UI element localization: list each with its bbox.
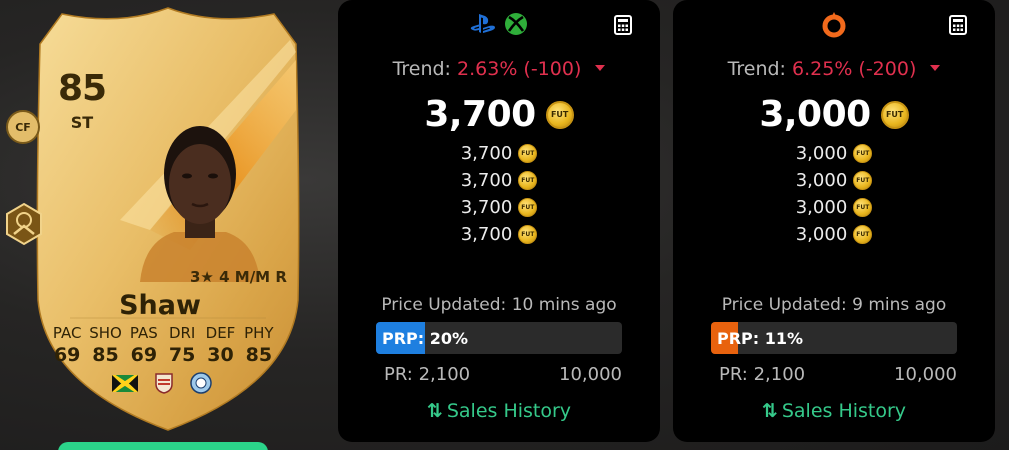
- club-crest-icon: [190, 372, 212, 394]
- stat-value: 85: [92, 344, 119, 366]
- prp-progress-bar: PRP: 20%: [376, 322, 622, 354]
- stat-label: DEF: [205, 324, 236, 342]
- stat-label: SHO: [89, 324, 122, 342]
- league-badge-icon: [155, 373, 173, 394]
- recent-price-row: 3,000 FUT: [796, 194, 873, 221]
- recent-price: 3,000: [795, 143, 848, 164]
- stat-def: DEF 30: [201, 324, 239, 366]
- recent-price: 3,000: [795, 224, 848, 245]
- recent-price-row: 3,000 FUT: [796, 140, 873, 167]
- price-range-max: 10,000: [559, 364, 622, 385]
- xbox-icon: [505, 13, 527, 35]
- player-name: Shaw: [119, 290, 201, 321]
- trend-value: 6.25% (-200): [792, 58, 917, 80]
- trend-label: Trend:: [392, 58, 451, 80]
- price-updated-text: Price Updated: 10 mins ago: [381, 295, 617, 315]
- price-value: 3,000: [759, 94, 871, 135]
- stat-value: 30: [207, 344, 234, 366]
- prp-progress-bar: PRP: 11%: [711, 322, 957, 354]
- recent-price: 3,700: [460, 224, 513, 245]
- coin-icon: FUT: [880, 100, 909, 129]
- recent-price-row: 3,700 FUT: [461, 221, 538, 248]
- trend-label: Trend:: [727, 58, 786, 80]
- coin-icon: FUT: [853, 144, 873, 163]
- stat-value: 69: [53, 344, 81, 366]
- coin-icon: FUT: [853, 225, 873, 244]
- coin-icon: FUT: [518, 198, 538, 217]
- price-value: 3,700: [424, 94, 536, 135]
- price-range-min: PR: 2,100: [384, 364, 471, 385]
- player-position: ST: [70, 113, 94, 132]
- current-price: 3,700 FUT: [338, 94, 660, 135]
- stat-pac: PAC 69: [48, 324, 86, 366]
- recent-price: 3,700: [460, 197, 513, 218]
- price-panel-pc: Trend: 6.25% (-200) 3,000 FUT 3,000 FUT …: [673, 0, 995, 442]
- coin-icon: FUT: [545, 100, 574, 129]
- stat-label: PAS: [129, 324, 158, 342]
- price-range: PR: 2,100 10,000: [719, 364, 957, 385]
- coin-icon: FUT: [518, 171, 538, 190]
- stat-label: PHY: [244, 324, 274, 342]
- trend-down-icon: [930, 64, 941, 71]
- coin-icon: FUT: [518, 144, 538, 163]
- recent-price: 3,000: [795, 170, 848, 191]
- stat-dri: DRI 75: [163, 324, 201, 366]
- stat-phy: PHY 85: [240, 324, 278, 366]
- player-card[interactable]: 85 ST CF 3★ 4 M/M R Shaw PAC 69 SHO 85 P…: [0, 0, 335, 450]
- price-trend: Trend: 6.25% (-200): [673, 58, 995, 80]
- stat-sho: SHO 85: [86, 324, 124, 366]
- player-photo: [140, 126, 260, 282]
- trend-value: 2.63% (-100): [457, 58, 582, 80]
- player-rating: 85: [57, 68, 107, 109]
- prp-label: PRP: 20%: [382, 328, 469, 348]
- price-panel-console: Trend: 2.63% (-100) 3,700 FUT 3,700 FUT …: [338, 0, 660, 442]
- recent-price: 3,000: [795, 197, 848, 218]
- recent-prices-list: 3,000 FUT 3,000 FUT 3,000 FUT 3,000 FUT: [673, 140, 995, 248]
- chemistry-style-icon: [6, 202, 42, 246]
- price-trend: Trend: 2.63% (-100): [338, 58, 660, 80]
- coin-icon: FUT: [853, 198, 873, 217]
- recent-prices-list: 3,700 FUT 3,700 FUT 3,700 FUT 3,700 FUT: [338, 140, 660, 248]
- stat-label: DRI: [168, 324, 196, 342]
- platform-icons: [338, 12, 660, 38]
- sales-history-label: Sales History: [446, 400, 572, 422]
- coin-icon: FUT: [853, 171, 873, 190]
- stat-label: PAC: [52, 324, 82, 342]
- recent-price-row: 3,000 FUT: [796, 167, 873, 194]
- trend-down-icon: [595, 64, 606, 71]
- sales-history-link[interactable]: ⇅ Sales History: [673, 400, 995, 422]
- platform-icons: [673, 12, 995, 38]
- card-action-button[interactable]: [58, 442, 268, 450]
- stat-value: 69: [130, 344, 158, 366]
- stat-value: 75: [168, 344, 196, 366]
- playstation-icon: [470, 14, 495, 33]
- price-range: PR: 2,100 10,000: [384, 364, 622, 385]
- recent-price-row: 3,700 FUT: [461, 194, 538, 221]
- price-range-max: 10,000: [894, 364, 957, 385]
- price-updated-text: Price Updated: 9 mins ago: [721, 295, 947, 315]
- sales-history-label: Sales History: [781, 400, 907, 422]
- alt-position-badge: CF: [6, 110, 40, 144]
- recent-price: 3,700: [460, 170, 513, 191]
- stat-pas: PAS 69: [125, 324, 163, 366]
- recent-price: 3,700: [460, 143, 513, 164]
- price-range-min: PR: 2,100: [719, 364, 806, 385]
- origin-icon: [822, 12, 846, 38]
- calculator-icon[interactable]: [614, 15, 632, 35]
- card-badges: [112, 372, 212, 394]
- recent-price-row: 3,700 FUT: [461, 167, 538, 194]
- recent-price-row: 3,000 FUT: [796, 221, 873, 248]
- jamaica-flag-icon: [112, 374, 138, 392]
- coin-icon: FUT: [518, 225, 538, 244]
- prp-label: PRP: 11%: [717, 328, 804, 348]
- recent-price-row: 3,700 FUT: [461, 140, 538, 167]
- sales-history-link[interactable]: ⇅ Sales History: [338, 400, 660, 422]
- skills-weakfoot-workrate: 3★ 4 M/M R: [190, 268, 287, 286]
- stat-value: 85: [245, 344, 273, 366]
- sort-arrows-icon: ⇅: [426, 400, 443, 422]
- sort-arrows-icon: ⇅: [761, 400, 778, 422]
- current-price: 3,000 FUT: [673, 94, 995, 135]
- player-stats: PAC 69 SHO 85 PAS 69 DRI 75 DEF 30 PHY 8…: [48, 324, 278, 366]
- calculator-icon[interactable]: [949, 15, 967, 35]
